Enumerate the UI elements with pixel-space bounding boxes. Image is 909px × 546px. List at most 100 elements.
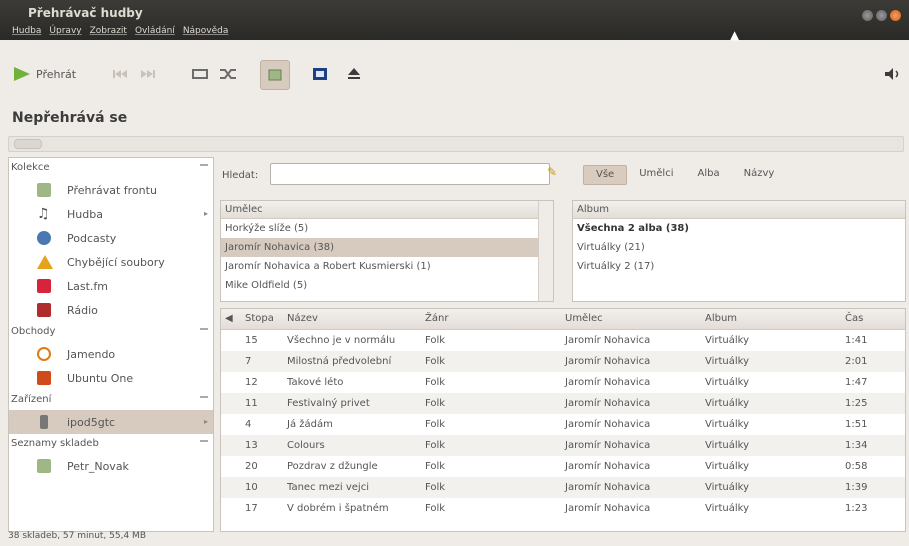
- search-input[interactable]: [270, 163, 550, 185]
- artist-scrollbar[interactable]: [538, 201, 553, 301]
- menu-hudba[interactable]: Hudba: [12, 26, 41, 36]
- toolbar: [0, 40, 909, 104]
- status-bar: 38 skladeb, 57 minut, 55,4 MB: [8, 531, 146, 541]
- artist-cell: Jaromír Nohavica: [565, 335, 651, 346]
- repeat-button[interactable]: [190, 64, 210, 84]
- table-row[interactable]: 7 Milostná předvolební Folk Jaromír Nohavic…: [221, 351, 905, 372]
- artist-row[interactable]: Mike Oldfield (5): [221, 276, 553, 295]
- ubuntu-one-icon: [37, 371, 51, 385]
- artist-cell: Jaromír Nohavica: [565, 461, 651, 472]
- close-button[interactable]: [890, 10, 901, 21]
- sidebar-item-jamendo[interactable]: Jamendo: [9, 342, 213, 366]
- table-row[interactable]: 4 Já žádám Folk Jaromír Nohavica Virtuálky 1:…: [221, 414, 905, 435]
- genre-cell: Folk: [425, 335, 446, 346]
- table-row[interactable]: 20 Pozdrav z džungle Folk Jaromír Nohavica V…: [221, 456, 905, 477]
- playing-indicator-cell: [221, 477, 241, 498]
- collapse-icon[interactable]: [200, 164, 208, 166]
- filter-tab-albums[interactable]: Alba: [685, 165, 731, 183]
- menu-upravy[interactable]: Úpravy: [49, 26, 81, 36]
- album-column-header[interactable]: Album: [573, 201, 905, 219]
- sidebar-item-ubuntu-one[interactable]: Ubuntu One: [9, 366, 213, 390]
- sidebar-item-lastfm[interactable]: Last.fm: [9, 274, 213, 298]
- track-cell: 11: [245, 398, 258, 409]
- sidebar-item-podcasts[interactable]: Podcasty: [9, 226, 213, 250]
- expand-arrow-icon[interactable]: ▸: [204, 209, 208, 218]
- browse-button[interactable]: [260, 60, 290, 90]
- clear-search-icon[interactable]: ✎: [547, 165, 557, 179]
- filter-tab-all[interactable]: Vše: [583, 165, 628, 185]
- track-cell: 15: [245, 335, 258, 346]
- sidebar-item-music[interactable]: ♫ Hudba ▸: [9, 202, 213, 226]
- expand-arrow-icon[interactable]: ▸: [204, 417, 208, 426]
- column-header-title[interactable]: Název: [283, 309, 421, 329]
- table-row[interactable]: 11 Festivalný privet Folk Jaromír Nohavica V…: [221, 393, 905, 414]
- column-header-artist[interactable]: Umělec: [561, 309, 701, 329]
- track-cell: 7: [245, 356, 252, 367]
- eject-icon: [348, 68, 360, 79]
- previous-button[interactable]: [112, 66, 128, 82]
- title-bar: Přehrávač hudby Hudba Úpravy Zobrazit Ov…: [0, 0, 909, 42]
- table-row[interactable]: 13 Colours Folk Jaromír Nohavica Virtuálky 1:…: [221, 435, 905, 456]
- sidebar-item-missing-files[interactable]: Chybějící soubory: [9, 250, 213, 274]
- collapse-icon[interactable]: [200, 328, 208, 330]
- next-button[interactable]: [140, 66, 156, 82]
- album-cell: Virtuálky: [705, 335, 750, 346]
- play-button[interactable]: Přehrát: [12, 61, 76, 87]
- sidebar-group-kolekce[interactable]: Kolekce: [9, 158, 213, 178]
- menu-ovladani[interactable]: Ovládání: [135, 26, 175, 36]
- track-cell: 17: [245, 503, 258, 514]
- table-row[interactable]: 17 V dobrém i špatném Folk Jaromír Nohavica…: [221, 498, 905, 519]
- playing-column-icon[interactable]: ◀: [221, 309, 241, 329]
- artist-row[interactable]: Horkýže slíže (5): [221, 219, 553, 238]
- eject-button[interactable]: [344, 64, 364, 84]
- jamendo-icon: [37, 347, 51, 361]
- table-row[interactable]: 12 Takové léto Folk Jaromír Nohavica Virtuál…: [221, 372, 905, 393]
- seek-handle[interactable]: [14, 139, 42, 149]
- artist-browser: Umělec Horkýže slíže (5) Jaromír Nohavic…: [220, 200, 554, 302]
- album-cell: Virtuálky: [705, 356, 750, 367]
- column-header-track[interactable]: Stopa: [241, 309, 283, 329]
- table-row[interactable]: 15 Všechno je v normálu Folk Jaromír Nohavi…: [221, 330, 905, 351]
- minimize-button[interactable]: [862, 10, 873, 21]
- sidebar-group-zarizeni[interactable]: Zařízení: [9, 390, 213, 410]
- artist-row[interactable]: Jaromír Nohavica a Robert Kusmierski (1): [221, 257, 553, 276]
- sidebar-group-obchody[interactable]: Obchody: [9, 322, 213, 342]
- track-rows: 15 Všechno je v normálu Folk Jaromír Nohavi…: [221, 330, 905, 519]
- menu-napoveda[interactable]: Nápověda: [183, 26, 229, 36]
- menu-zobrazit[interactable]: Zobrazit: [90, 26, 127, 36]
- album-row[interactable]: Virtuálky (21): [573, 238, 905, 257]
- column-header-time[interactable]: Čas: [841, 309, 905, 329]
- artist-column-header[interactable]: Umělec: [221, 201, 553, 219]
- album-row[interactable]: Virtuálky 2 (17): [573, 257, 905, 276]
- column-header-album[interactable]: Album: [701, 309, 841, 329]
- sidebar-item-radio[interactable]: Rádio: [9, 298, 213, 322]
- sidebar-item-queue[interactable]: Přehrávat frontu: [9, 178, 213, 202]
- table-row[interactable]: 10 Tanec mezi vejci Folk Jaromír Nohavica Vi…: [221, 477, 905, 498]
- genre-cell: Folk: [425, 419, 446, 430]
- artist-cell: Jaromír Nohavica: [565, 419, 651, 430]
- album-cell: Virtuálky: [705, 482, 750, 493]
- window-title: Přehrávač hudby: [28, 6, 143, 20]
- album-row[interactable]: Všechna 2 alba (38): [573, 219, 905, 238]
- visualizer-button[interactable]: [310, 64, 330, 84]
- sidebar-item-playlist-petr-novak[interactable]: Petr_Novak: [9, 454, 213, 478]
- sidebar-group-playlists[interactable]: Seznamy skladeb: [9, 434, 213, 454]
- repeat-icon: [192, 69, 208, 79]
- group-label: Kolekce: [11, 162, 50, 173]
- collapse-icon[interactable]: [200, 396, 208, 398]
- sidebar-item-label: Petr_Novak: [67, 459, 129, 473]
- maximize-button[interactable]: [876, 10, 887, 21]
- seek-bar[interactable]: [8, 136, 904, 152]
- sidebar-item-ipod[interactable]: ipod5gtc ▸: [9, 410, 213, 434]
- filter-tab-titles[interactable]: Názvy: [732, 165, 787, 183]
- filter-tab-artists[interactable]: Umělci: [627, 165, 685, 183]
- collapse-icon[interactable]: [200, 440, 208, 442]
- artist-row[interactable]: Jaromír Nohavica (38): [221, 238, 553, 257]
- menu-bar: Hudba Úpravy Zobrazit Ovládání Nápověda: [12, 26, 228, 36]
- column-header-genre[interactable]: Žánr: [421, 309, 561, 329]
- window-controls: [862, 10, 901, 21]
- track-cell: 4: [245, 419, 252, 430]
- volume-button[interactable]: [882, 64, 904, 84]
- shuffle-button[interactable]: [218, 64, 238, 84]
- artist-cell: Jaromír Nohavica: [565, 398, 651, 409]
